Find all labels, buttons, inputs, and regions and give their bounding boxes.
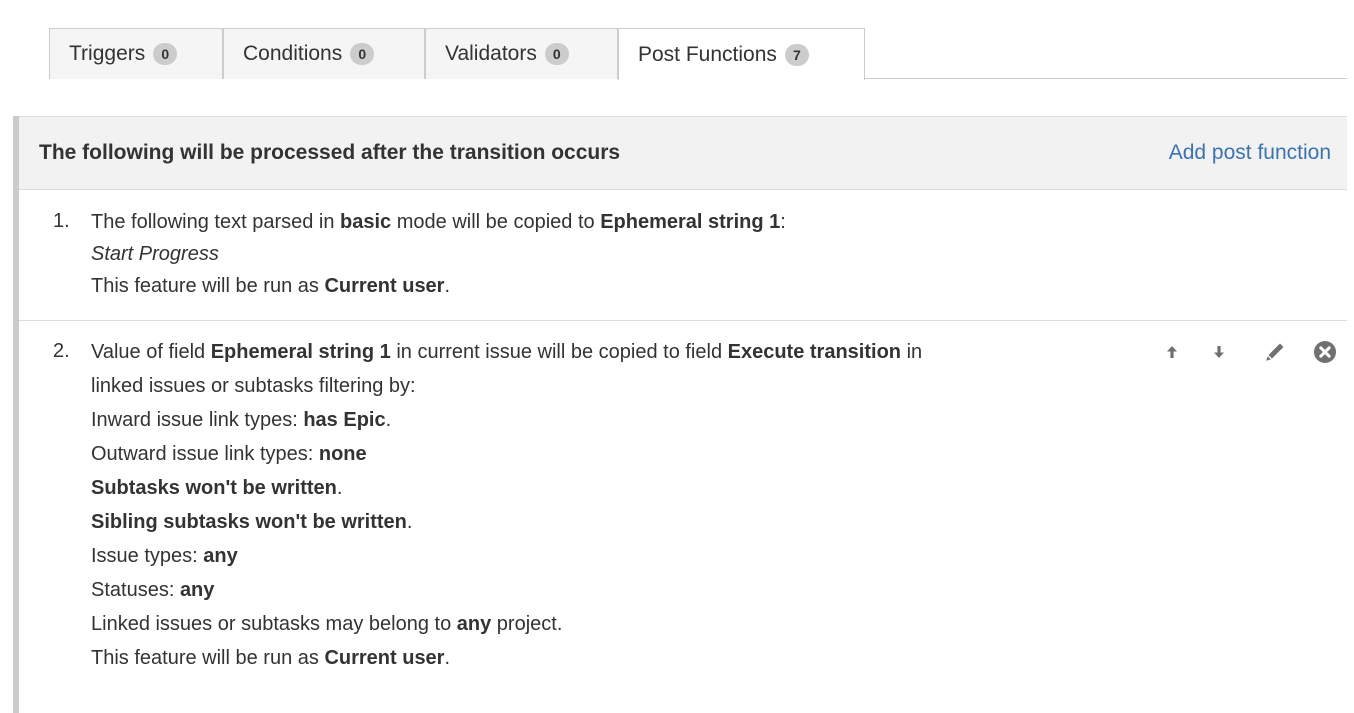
text-segment: . [444, 647, 451, 669]
text-segment: none [318, 443, 367, 465]
item-line: This feature will be run as Current user… [91, 646, 450, 670]
text-segment: Sibling subtasks won't be written [91, 511, 407, 533]
text-segment: in [901, 341, 923, 363]
tab-label: Validators [445, 42, 537, 65]
text-segment: . [406, 511, 413, 533]
item-number: 2. [53, 340, 70, 362]
item-line: The following text parsed in basic mode … [91, 210, 786, 234]
text-segment: basic [340, 211, 392, 233]
text-segment: mode will be copied to [391, 211, 601, 233]
text-segment: The following text parsed in [91, 211, 341, 233]
text-segment: . [444, 275, 451, 297]
post-function-item: 2. Value of field Ephemeral string 1 in … [19, 321, 1347, 713]
text-segment: any [456, 613, 492, 635]
item-line: Value of field Ephemeral string 1 in cur… [91, 340, 922, 364]
tab-conditions[interactable]: Conditions 0 [223, 28, 425, 79]
text-segment: . [336, 477, 343, 499]
panel-header: The following will be processed after th… [19, 116, 1347, 190]
item-line: Sibling subtasks won't be written. [91, 510, 412, 534]
text-segment: Issue types: [91, 545, 204, 567]
text-segment: Ephemeral string 1 [210, 341, 391, 363]
tab-label: Conditions [243, 42, 343, 65]
tab-validators[interactable]: Validators 0 [425, 28, 618, 79]
edit-icon[interactable] [1263, 339, 1287, 365]
text-segment: linked issues or subtasks filtering by: [91, 375, 416, 397]
text-segment: . [385, 409, 392, 431]
tab-label: Triggers [69, 42, 146, 65]
text-segment: Ephemeral string 1 [600, 211, 781, 233]
item-number: 1. [53, 210, 70, 232]
text-segment: any [179, 579, 215, 601]
item-line: Inward issue link types: has Epic. [91, 408, 391, 432]
item-line: Statuses: any [91, 578, 214, 602]
text-segment: in current issue will be copied to field [390, 341, 728, 363]
tab-triggers[interactable]: Triggers 0 [49, 28, 223, 79]
item-line: Start Progress [91, 242, 219, 266]
post-functions-panel: The following will be processed after th… [13, 116, 1347, 713]
text-segment: any [203, 545, 238, 567]
item-line: This feature will be run as Current user… [91, 274, 450, 298]
tab-count-badge: 0 [153, 43, 178, 65]
tab-post-functions[interactable]: Post Functions 7 [618, 28, 865, 80]
tab-bar: Triggers 0 Conditions 0 Validators 0 Pos… [49, 28, 1347, 80]
tab-label: Post Functions [638, 42, 777, 66]
item-line: linked issues or subtasks filtering by: [91, 374, 416, 398]
post-function-item: 1. The following text parsed in basic mo… [19, 190, 1347, 321]
item-line: Linked issues or subtasks may belong to … [91, 612, 562, 636]
item-line: Issue types: any [91, 544, 238, 568]
text-segment: has Epic [303, 409, 386, 431]
text-segment: Subtasks won't be written [91, 477, 337, 499]
delete-icon[interactable] [1313, 339, 1337, 365]
text-segment: Statuses: [91, 579, 180, 601]
item-line: Subtasks won't be written. [91, 476, 342, 500]
text-segment: This feature will be run as [91, 275, 325, 297]
item-line: Outward issue link types: none [91, 442, 367, 466]
add-post-function-link[interactable]: Add post function [1169, 141, 1331, 165]
text-segment: Value of field [91, 341, 211, 363]
text-segment: Start Progress [91, 243, 219, 265]
panel-title: The following will be processed after th… [39, 141, 621, 164]
text-segment: Outward issue link types: [91, 443, 319, 465]
tab-count-badge: 0 [544, 43, 569, 65]
text-segment: project. [491, 613, 563, 635]
tab-count-badge: 0 [350, 43, 375, 65]
text-segment: Current user [324, 647, 445, 669]
tab-count-badge: 7 [784, 43, 809, 66]
text-segment: Current user [324, 275, 445, 297]
move-down-icon[interactable] [1207, 339, 1231, 365]
text-segment: Linked issues or subtasks may belong to [91, 613, 457, 635]
move-up-icon[interactable] [1160, 339, 1184, 365]
text-segment: : [780, 211, 786, 233]
text-segment: Inward issue link types: [91, 409, 304, 431]
text-segment: Execute transition [727, 341, 902, 363]
text-segment: This feature will be run as [91, 647, 325, 669]
item-actions [1150, 339, 1340, 369]
